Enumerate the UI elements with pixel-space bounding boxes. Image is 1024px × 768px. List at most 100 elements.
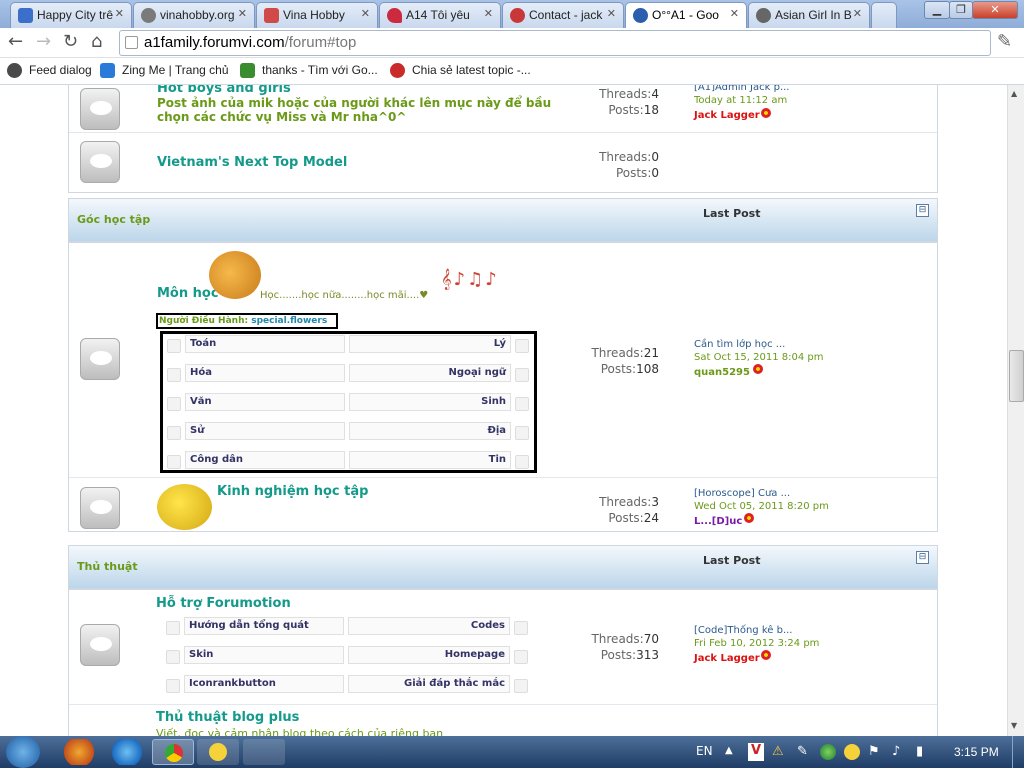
network-app-icon[interactable] [820, 744, 836, 760]
internet-explorer-icon[interactable] [106, 739, 148, 765]
close-icon[interactable]: ✕ [484, 7, 493, 20]
bookmark-label: Chia sẻ latest topic -... [412, 63, 531, 77]
tab-label: Asian Girl In B [775, 8, 852, 22]
subforum-su[interactable]: Sử [185, 422, 345, 440]
category-title[interactable]: Góc học tập [77, 213, 150, 226]
reload-icon[interactable]: ↻ [63, 32, 78, 52]
forum-section-entertainment: Hot boys and girls Post ảnh của mik hoặc… [68, 85, 938, 193]
tab-vina-hobby[interactable]: Vina Hobby ✕ [256, 2, 378, 28]
last-post-title[interactable]: Cần tìm lớp học ... [694, 339, 785, 350]
action-center-icon[interactable]: ⚑ [868, 744, 880, 759]
subforum-skin[interactable]: Skin [184, 646, 344, 664]
antivirus-icon[interactable]: V [748, 743, 764, 761]
vertical-scrollbar[interactable]: ▲ ▼ [1007, 85, 1024, 736]
last-post-user[interactable]: quan5295 [694, 367, 750, 378]
scroll-thumb[interactable] [1009, 350, 1024, 402]
tab-a1-forum[interactable]: O°°A1 - Goo ✕ [625, 2, 747, 29]
forum-title-monhoc[interactable]: Môn học [157, 286, 219, 301]
smiley-tray-icon[interactable] [844, 744, 860, 760]
pill-icon [390, 63, 405, 78]
subforum-icon [167, 455, 181, 469]
subforum-icon [514, 650, 528, 664]
page-icon [264, 8, 279, 23]
minimize-button[interactable]: ▁ [924, 1, 950, 19]
last-post-date: Fri Feb 10, 2012 3:24 pm [694, 638, 820, 649]
collapse-icon[interactable]: ⊟ [916, 204, 929, 217]
close-window-button[interactable]: ✕ [972, 1, 1018, 19]
subforum-ly[interactable]: Lý [349, 335, 511, 353]
last-post-title[interactable]: [Horoscope] Cưa ... [694, 488, 790, 499]
tab-asian-girl[interactable]: Asian Girl In B ✕ [748, 2, 870, 28]
close-icon[interactable]: ✕ [115, 7, 124, 20]
clock[interactable]: 3:15 PM [954, 745, 999, 759]
last-post-title[interactable]: [A1]Admin Jack p... [694, 85, 789, 93]
moderator-user[interactable]: special.flowers [251, 316, 327, 326]
forum-title-blog[interactable]: Thủ thuật blog plus [156, 710, 299, 725]
scroll-down-icon[interactable]: ▼ [1011, 721, 1017, 730]
subforum-dia[interactable]: Địa [349, 422, 511, 440]
bookmark-feed-dialog[interactable]: Feed dialog [7, 63, 92, 78]
close-icon[interactable]: ✕ [853, 7, 862, 20]
subforum-tin[interactable]: Tin [349, 451, 511, 469]
forum-title-hot[interactable]: Hot boys and girls [157, 85, 291, 96]
emoticon-app-icon[interactable] [197, 739, 239, 765]
home-icon[interactable]: ⌂ [91, 32, 102, 52]
subforum-homepage[interactable]: Homepage [348, 646, 510, 664]
show-hidden-icons-icon[interactable]: ▲ [725, 745, 733, 756]
last-post-user[interactable]: L...[D]uc [694, 516, 742, 527]
bookmark-chia-se[interactable]: Chia sẻ latest topic -... [390, 63, 531, 78]
close-icon[interactable]: ✕ [361, 7, 370, 20]
subforum-giai-dap[interactable]: Giải đáp thắc mắc [348, 675, 510, 693]
network-icon[interactable]: ▮ [916, 744, 923, 759]
tab-contact-jack[interactable]: Contact - jack ✕ [502, 2, 624, 28]
app-taskbar-button[interactable] [243, 739, 285, 765]
address-bar[interactable]: a1family.forumvi.com/forum#top [119, 30, 991, 56]
category-title[interactable]: Thủ thuật [77, 560, 138, 573]
forum-title-hotro[interactable]: Hỗ trợ Forumotion [156, 596, 291, 611]
tab-happy-city[interactable]: Happy City trê ✕ [10, 2, 132, 28]
start-button-icon[interactable] [6, 736, 40, 768]
chrome-taskbar-button[interactable] [152, 739, 194, 765]
subforum-huong-dan[interactable]: Hướng dẫn tổng quát [184, 617, 344, 635]
close-icon[interactable]: ✕ [607, 7, 616, 20]
last-post-title[interactable]: [Code]Thống kê b... [694, 625, 792, 636]
category-header-tips: Thủ thuật Last Post ⊟ [68, 545, 938, 589]
forum-title-kinhnghiem[interactable]: Kinh nghiệm học tập [217, 484, 368, 499]
tab-a14[interactable]: A14 Tôi yêu ✕ [379, 2, 501, 28]
posts-count: 24 [643, 511, 659, 525]
last-post-user[interactable]: Jack Lagger [694, 653, 760, 664]
posts-count: 313 [636, 648, 659, 662]
wrench-icon[interactable]: ✎ [997, 32, 1012, 52]
forward-arrow-icon[interactable]: → [36, 32, 51, 52]
back-arrow-icon[interactable]: ← [8, 32, 23, 52]
last-post-user[interactable]: Jack Lagger [694, 110, 760, 121]
windows-taskbar: EN ▲ V ⚠ ✎ ⚑ ♪ ▮ 3:15 PM [0, 736, 1024, 768]
subforum-sinh[interactable]: Sinh [349, 393, 511, 411]
volume-icon[interactable]: ♪ [892, 744, 900, 759]
pen-icon[interactable]: ✎ [797, 744, 808, 759]
subforum-van[interactable]: Văn [185, 393, 345, 411]
collapse-icon[interactable]: ⊟ [916, 551, 929, 564]
subforum-ngoai-ngu[interactable]: Ngoại ngữ [349, 364, 511, 382]
tab-vinahobby-org[interactable]: vinahobby.org ✕ [133, 2, 255, 28]
subforum-toan[interactable]: Toán [185, 335, 345, 353]
subforum-hoa[interactable]: Hóa [185, 364, 345, 382]
warning-icon[interactable]: ⚠ [772, 744, 784, 759]
subforum-cong-dan[interactable]: Công dân [185, 451, 345, 469]
show-desktop-button[interactable] [1012, 736, 1024, 768]
bookmark-zing-me[interactable]: Zing Me | Trang chủ [100, 63, 229, 78]
maximize-button[interactable]: ❐ [949, 1, 973, 19]
close-icon[interactable]: ✕ [238, 7, 247, 20]
bookmark-thanks[interactable]: thanks - Tìm với Go... [240, 63, 378, 78]
subforum-iconrankbutton[interactable]: Iconrankbutton [184, 675, 344, 693]
scroll-up-icon[interactable]: ▲ [1011, 89, 1017, 98]
tab-label: Contact - jack [529, 8, 603, 22]
new-tab-button[interactable] [871, 2, 897, 28]
firefox-icon[interactable] [58, 739, 100, 765]
forum-title-vntm[interactable]: Vietnam's Next Top Model [157, 155, 347, 170]
close-icon[interactable]: ✕ [730, 7, 739, 20]
category-header-study: Góc học tập Last Post ⊟ [68, 198, 938, 242]
tab-label: O°°A1 - Goo [652, 8, 719, 22]
subforum-codes[interactable]: Codes [348, 617, 510, 635]
language-indicator[interactable]: EN [696, 744, 713, 758]
